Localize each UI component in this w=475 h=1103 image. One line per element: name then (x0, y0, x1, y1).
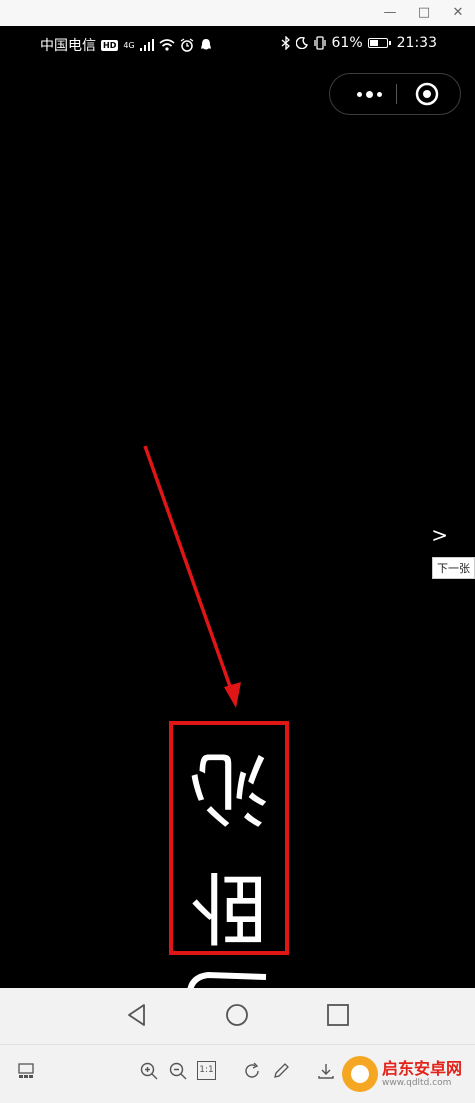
image-viewer[interactable]: 中国电信 HD 4G 61% 21:33 > 下一张 沁 卧 (0, 26, 475, 988)
recents-square-icon[interactable] (325, 1002, 351, 1028)
rotated-glyph: 卧 (189, 860, 269, 953)
zoom-out-icon[interactable] (168, 1061, 188, 1081)
phone-navigation-bar (0, 988, 475, 1044)
watermark-logo-icon (342, 1056, 378, 1092)
thumbnail-toggle-icon[interactable] (16, 1061, 36, 1081)
watermark-brand: 启东安卓网 (382, 1058, 463, 1078)
rotate-icon[interactable] (242, 1061, 262, 1081)
maximize-button[interactable]: □ (407, 0, 441, 26)
watermark-url: www.qdltd.com (382, 1077, 452, 1088)
zoom-in-icon[interactable] (139, 1061, 159, 1081)
download-icon[interactable] (316, 1061, 336, 1081)
minimize-button[interactable]: — (373, 0, 407, 26)
viewer-toolbar: 1:1 启东安卓网 www.qdltd.com (0, 1044, 475, 1103)
home-circle-icon[interactable] (224, 1002, 250, 1028)
rotated-glyph: 沁 (189, 741, 269, 834)
site-watermark: 启东安卓网 www.qdltd.com (342, 1054, 462, 1094)
close-button[interactable]: ✕ (441, 0, 475, 26)
cropped-glyph-stroke (187, 971, 267, 988)
window-titlebar: — □ ✕ (0, 0, 475, 26)
actual-size-button[interactable]: 1:1 (197, 1061, 216, 1080)
edit-pencil-icon[interactable] (271, 1061, 291, 1081)
back-triangle-icon[interactable] (124, 1002, 150, 1028)
